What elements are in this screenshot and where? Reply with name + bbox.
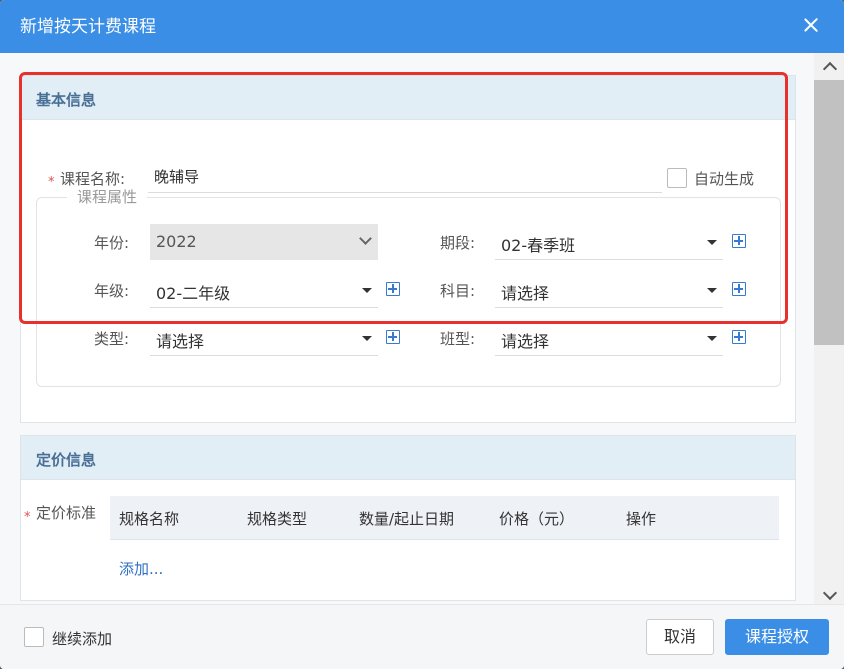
caret-down-icon [707,288,717,293]
period-label: 期段: [440,234,476,252]
period-select[interactable]: 02-春季班 [495,224,723,260]
type-label: 类型: [94,330,130,348]
course-name-label: 课程名称: [60,170,126,188]
class-type-label: 班型: [440,330,476,348]
dialog-title: 新增按天计费课程 [20,17,156,37]
grade-label: 年级: [94,282,130,300]
caret-down-icon [362,336,372,341]
pricing-info-panel: 定价信息 * 定价标准 规格名称 规格类型 数量/起止日期 价格（元） 操作 添… [20,435,796,601]
type-select[interactable]: 请选择 [150,320,378,356]
add-daily-billing-course-dialog: 新增按天计费课程 基本信息 * 课程名称: 晚辅导 自动生成 课程属性 年份: … [0,0,844,669]
year-select: 2022 [150,224,378,260]
course-name-input[interactable]: 晚辅导 [148,163,662,193]
dialog-body: 基本信息 * 课程名称: 晚辅导 自动生成 课程属性 年份: 2022 期段: … [0,53,844,604]
course-authorize-button[interactable]: 课程授权 [725,619,829,655]
column-quantity-dates: 数量/起止日期 [359,510,455,528]
dialog-titlebar: 新增按天计费课程 [0,0,844,53]
basic-info-header: 基本信息 [21,76,795,120]
column-price: 价格（元） [499,510,575,528]
caret-down-icon [707,336,717,341]
course-attributes-legend: 课程属性 [67,187,148,207]
grade-value: 02-二年级 [156,284,231,303]
period-value: 02-春季班 [501,236,576,255]
vertical-scrollbar[interactable] [814,53,844,604]
auto-generate-label: 自动生成 [694,170,755,188]
scroll-down-icon[interactable] [822,588,836,602]
add-spec-link[interactable]: 添加... [119,558,163,579]
pricing-standard-label: 定价标准 [36,504,97,522]
grade-select[interactable]: 02-二年级 [150,272,378,308]
column-spec-type: 规格类型 [247,510,308,528]
class-type-select[interactable]: 请选择 [495,320,723,356]
required-mark: * [24,510,31,525]
column-spec-name: 规格名称 [119,510,180,528]
basic-info-panel: 基本信息 * 课程名称: 晚辅导 自动生成 课程属性 年份: 2022 期段: … [20,75,796,423]
chevron-down-icon [359,232,372,245]
auto-generate-checkbox[interactable] [667,168,687,188]
year-label: 年份: [94,234,130,252]
year-value: 2022 [156,232,197,251]
dialog-footer: 继续添加 取消 课程授权 [0,604,844,669]
caret-down-icon [362,288,372,293]
add-grade-plus-icon[interactable] [386,282,400,296]
subject-label: 科目: [440,282,476,300]
continue-add-label: 继续添加 [52,630,113,648]
pricing-info-header: 定价信息 [21,436,795,480]
class-type-value: 请选择 [501,332,550,351]
subject-value: 请选择 [501,284,550,303]
required-mark: * [48,175,55,190]
subject-select[interactable]: 请选择 [495,272,723,308]
scroll-up-icon[interactable] [822,59,836,73]
type-value: 请选择 [156,332,205,351]
cancel-button[interactable]: 取消 [646,619,714,655]
add-period-plus-icon[interactable] [732,234,746,248]
column-actions: 操作 [626,510,657,528]
add-subject-plus-icon[interactable] [732,282,746,296]
add-class-type-plus-icon[interactable] [732,330,746,344]
close-icon[interactable] [800,14,822,36]
add-type-plus-icon[interactable] [386,330,400,344]
continue-add-checkbox[interactable] [24,627,44,647]
pricing-table-header: 规格名称 规格类型 数量/起止日期 价格（元） 操作 [110,496,779,540]
caret-down-icon [707,240,717,245]
scrollbar-thumb[interactable] [814,80,844,345]
